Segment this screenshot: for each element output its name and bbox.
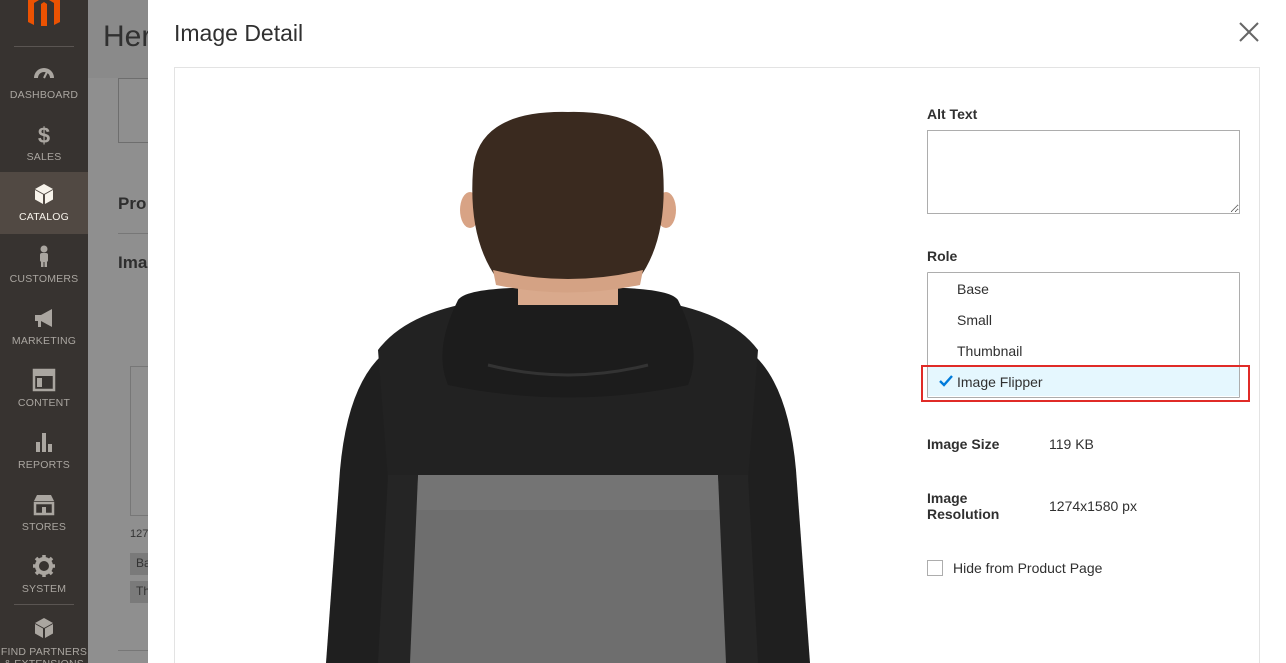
sidebar-item-label: Stores [21,521,67,533]
image-resolution-label-line1: Image [927,490,968,506]
image-detail-modal: Image Detail Alt Text Role Base Small Th… [148,0,1286,663]
product-image [326,111,810,663]
background-section-products: Pro [118,194,147,213]
layout-icon [32,368,56,392]
image-resolution-label-line2: Resolution [927,506,1000,522]
admin-sidebar: Dashboard $ Sales Catalog Customers Mark… [0,0,88,663]
background-thumbnail [130,366,148,516]
megaphone-icon [35,309,52,327]
magento-logo[interactable] [26,0,62,26]
background-thumb-caption: 127 [130,528,148,540]
dollar-icon: $ [38,123,50,146]
hide-from-product-page-checkbox[interactable] [927,560,943,576]
role-option-base[interactable]: Base [928,273,1239,303]
sidebar-divider [14,46,74,47]
background-image-box [118,78,148,143]
annotation-highlight-box [921,365,1250,402]
svg-text:$: $ [38,123,50,146]
alt-text-field[interactable] [927,130,1240,214]
background-divider [118,233,148,234]
sidebar-item-stores[interactable]: Stores [0,482,88,544]
sidebar-item-label: Marketing [11,335,77,347]
bar-chart-icon [36,433,52,452]
sidebar-item-content[interactable]: Content [0,358,88,420]
sidebar-item-label: Content [17,397,71,409]
image-size-label: Image Size [927,436,1000,452]
role-option-thumbnail[interactable]: Thumbnail [928,335,1239,365]
sidebar-item-label: Reports [18,459,70,471]
sidebar-item-marketing[interactable]: Marketing [0,296,88,358]
sidebar-item-dashboard[interactable]: Dashboard [0,50,88,112]
image-size-value: 119 KB [1049,436,1094,452]
role-label: Role [927,248,958,264]
person-icon [40,245,48,267]
sidebar-item-label: Customers [9,273,79,285]
sidebar-item-system[interactable]: System [0,544,88,606]
background-section-images: Ima [118,253,148,272]
sidebar-item-label: Catalog [18,211,70,223]
alt-text-label: Alt Text [927,106,978,122]
sidebar-item-label: Sales [26,151,62,163]
sidebar-item-label: System [21,583,67,595]
role-option-small[interactable]: Small [928,304,1239,334]
puzzle-box-icon [35,618,53,638]
sidebar-item-label: Find Partners & Extensions [0,646,88,663]
sidebar-item-sales[interactable]: $ Sales [0,112,88,174]
image-resolution-value: 1274x1580 px [1049,498,1137,514]
background-role-tag: Ba [130,553,148,575]
sidebar-item-find-partners[interactable]: Find Partners & Extensions [0,606,88,663]
modal-title: Image Detail [174,20,304,46]
gear-icon [33,555,55,577]
store-icon [33,495,55,516]
sidebar-item-label: Dashboard [9,89,79,101]
dashboard-icon [34,68,54,79]
close-icon[interactable] [1237,20,1261,44]
box-icon [35,184,53,204]
hide-from-product-page-label[interactable]: Hide from Product Page [953,560,1102,576]
background-page-title: Her [103,20,148,53]
sidebar-item-reports[interactable]: Reports [0,420,88,482]
sidebar-item-catalog[interactable]: Catalog [0,172,88,234]
background-role-tag: Th [130,581,148,603]
sidebar-divider [14,604,74,605]
sidebar-item-customers[interactable]: Customers [0,234,88,296]
background-page-overlay: Her Pro Ima 127 Ba Th [88,0,148,663]
background-divider [118,650,148,651]
